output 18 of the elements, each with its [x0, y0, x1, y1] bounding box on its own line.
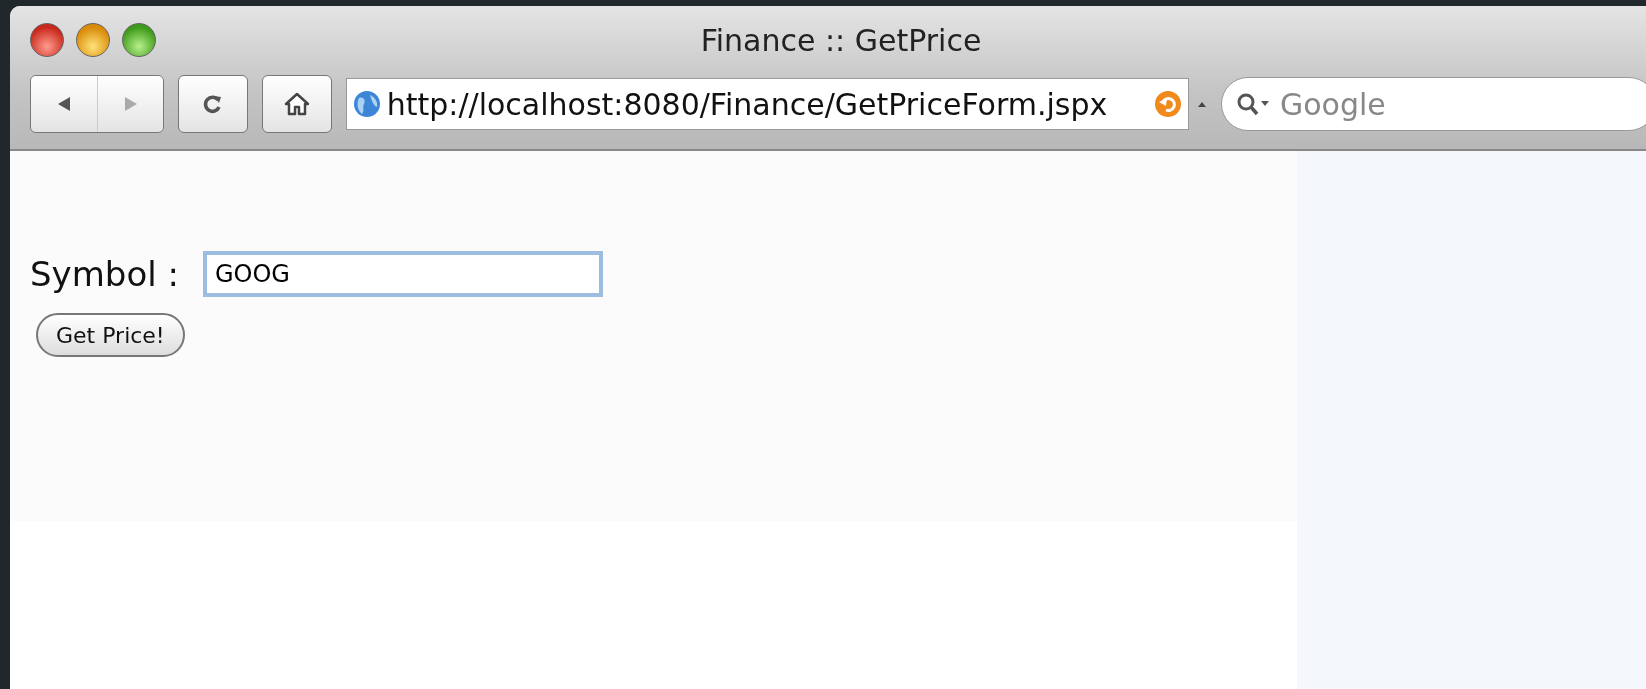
- back-button[interactable]: [31, 76, 97, 132]
- forward-button[interactable]: [97, 76, 163, 132]
- globe-icon: [352, 90, 381, 118]
- get-price-button[interactable]: Get Price!: [36, 313, 185, 357]
- snapback-icon[interactable]: [1154, 90, 1183, 118]
- zoom-button[interactable]: [122, 23, 156, 57]
- reload-icon: [201, 93, 224, 115]
- window-title: Finance :: GetPrice: [700, 22, 982, 58]
- home-icon: [283, 92, 310, 116]
- home-button[interactable]: [261, 75, 332, 133]
- close-button[interactable]: [30, 23, 64, 57]
- symbol-field[interactable]: GOOG: [202, 251, 603, 297]
- address-field[interactable]: http://localhost:8080/Finance/GetPriceForm.jspx: [345, 78, 1190, 130]
- search-field[interactable]: Google: [1221, 77, 1646, 131]
- minimize-button[interactable]: [76, 23, 110, 57]
- symbol-label: Symbol :: [30, 254, 179, 294]
- reload-button[interactable]: [177, 75, 248, 133]
- caret-icon[interactable]: [1197, 100, 1207, 108]
